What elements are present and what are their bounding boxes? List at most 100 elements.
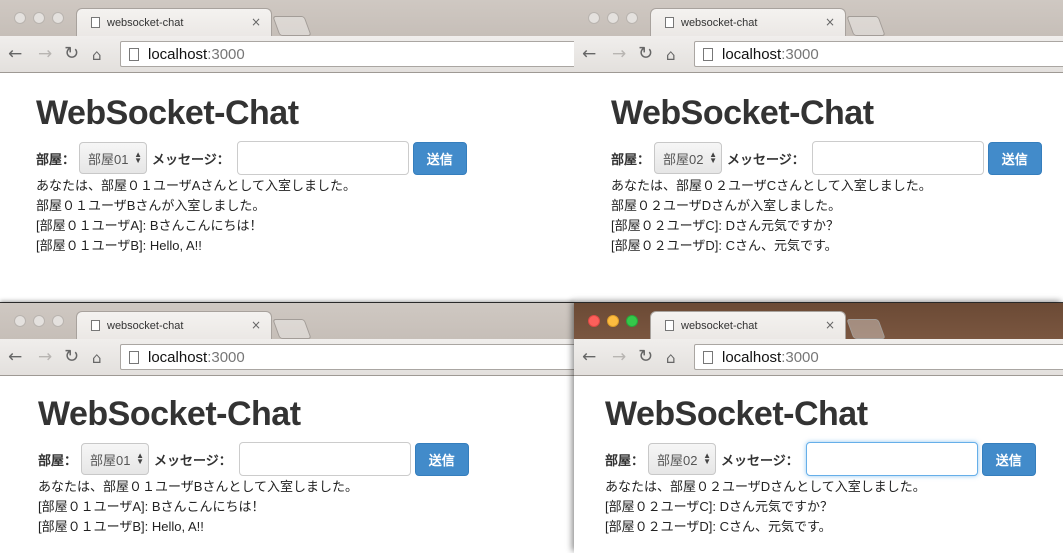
url-host: localhost [722, 348, 782, 366]
chat-form: 部屋： 部屋01 ▲ ▼ メッセージ： 送信 [38, 442, 574, 476]
log-line: あなたは、部屋０１ユーザBさんとして入室しました。 [38, 479, 359, 494]
message-input[interactable] [238, 442, 411, 476]
reload-icon[interactable]: ↻ [64, 45, 79, 63]
tab-strip: websocket-chat × [0, 0, 574, 36]
log-line: 部屋０１ユーザBさんが入室しました。 [36, 198, 266, 213]
browser-toolbar: ← → ↻ ⌂ localhost:3000 [574, 36, 1063, 72]
close-window-button[interactable] [14, 315, 26, 327]
send-button[interactable]: 送信 [414, 442, 469, 476]
url-port: :3000 [207, 45, 245, 63]
browser-chrome: websocket-chat × ← → ↻ ⌂ localhost:3000 [574, 303, 1063, 376]
new-tab-button[interactable] [272, 16, 312, 36]
page-content: WebSocket-Chat 部屋： 部屋01 ▲ ▼ メッセージ： 送信 あな… [0, 73, 574, 256]
close-window-button[interactable] [588, 12, 600, 24]
browser-toolbar: ← → ↻ ⌂ localhost:3000 [0, 339, 574, 375]
window-controls [14, 12, 64, 24]
send-button[interactable]: 送信 [412, 141, 467, 175]
minimize-window-button[interactable] [33, 315, 45, 327]
new-tab-button[interactable] [846, 319, 886, 339]
room-select[interactable]: 部屋01 ▲ ▼ [79, 142, 148, 174]
tab-websocket-chat[interactable]: websocket-chat × [76, 311, 272, 339]
log-line: [部屋０１ユーザA]: Bさんこんにちは！ [38, 499, 265, 514]
chevron-down-icon: ▼ [703, 457, 712, 466]
room-select[interactable]: 部屋01 ▲ ▼ [81, 443, 150, 475]
browser-window-room02-user-d: websocket-chat × ← → ↻ ⌂ localhost:3000 … [574, 303, 1063, 553]
screen: websocket-chat × ← → ↻ ⌂ localhost:3000 … [0, 0, 1063, 553]
message-input[interactable] [805, 442, 978, 476]
tab-strip: websocket-chat × [574, 303, 1063, 339]
tab-websocket-chat[interactable]: websocket-chat × [76, 8, 272, 36]
window-controls [14, 315, 64, 327]
chat-log: あなたは、部屋０２ユーザDさんとして入室しました。 [部屋０２ユーザC]: Dさ… [605, 477, 1063, 537]
home-icon[interactable]: ⌂ [92, 46, 102, 64]
zoom-window-button[interactable] [52, 315, 64, 327]
forward-arrow-icon[interactable]: → [38, 348, 52, 366]
forward-arrow-icon[interactable]: → [612, 45, 626, 63]
send-button[interactable]: 送信 [981, 442, 1036, 476]
window-controls [588, 12, 638, 24]
select-arrows-icon: ▲ ▼ [136, 452, 144, 466]
minimize-window-button[interactable] [33, 12, 45, 24]
room-label: 部屋： [611, 151, 651, 167]
new-tab-button[interactable] [846, 16, 886, 36]
page-content: WebSocket-Chat 部屋： 部屋02 ▲ ▼ メッセージ： 送信 あな… [574, 73, 1063, 256]
tab-close-icon[interactable]: × [251, 15, 261, 29]
message-label: メッセージ： [721, 452, 799, 468]
close-window-button[interactable] [588, 315, 600, 327]
message-input[interactable] [236, 141, 409, 175]
address-bar[interactable]: localhost:3000 [120, 41, 574, 67]
tab-websocket-chat[interactable]: websocket-chat × [650, 311, 846, 339]
tab-close-icon[interactable]: × [251, 318, 261, 332]
zoom-window-button[interactable] [626, 315, 638, 327]
page-icon [665, 320, 674, 331]
page-icon [91, 320, 100, 331]
back-arrow-icon[interactable]: ← [8, 348, 22, 366]
page-title: WebSocket-Chat [605, 395, 868, 433]
back-arrow-icon[interactable]: ← [582, 348, 596, 366]
reload-icon[interactable]: ↻ [64, 348, 79, 366]
message-input[interactable] [811, 141, 984, 175]
log-line: [部屋０１ユーザA]: Bさんこんにちは！ [36, 218, 263, 233]
back-arrow-icon[interactable]: ← [8, 45, 22, 63]
tab-title: websocket-chat [681, 16, 758, 29]
home-icon[interactable]: ⌂ [666, 46, 676, 64]
address-bar[interactable]: localhost:3000 [694, 41, 1063, 67]
forward-arrow-icon[interactable]: → [612, 348, 626, 366]
log-line: あなたは、部屋０２ユーザDさんとして入室しました。 [605, 479, 926, 494]
tab-websocket-chat[interactable]: websocket-chat × [650, 8, 846, 36]
reload-icon[interactable]: ↻ [638, 45, 653, 63]
home-icon[interactable]: ⌂ [92, 349, 102, 367]
tab-close-icon[interactable]: × [825, 318, 835, 332]
select-arrows-icon: ▲ ▼ [709, 151, 717, 165]
close-window-button[interactable] [14, 12, 26, 24]
room-select[interactable]: 部屋02 ▲ ▼ [648, 443, 717, 475]
log-line: [部屋０２ユーザD]: Cさん、元気です。 [605, 519, 832, 534]
url-host: localhost [148, 45, 208, 63]
room-label: 部屋： [605, 452, 645, 468]
tab-title: websocket-chat [107, 319, 184, 332]
select-arrows-icon: ▲ ▼ [134, 151, 143, 165]
minimize-window-button[interactable] [607, 315, 619, 327]
zoom-window-button[interactable] [626, 12, 638, 24]
minimize-window-button[interactable] [607, 12, 619, 24]
browser-window-room01-user-b: websocket-chat × ← → ↻ ⌂ localhost:3000 … [0, 303, 574, 553]
room-select[interactable]: 部屋02 ▲ ▼ [654, 142, 723, 174]
home-icon[interactable]: ⌂ [666, 349, 676, 367]
zoom-window-button[interactable] [52, 12, 64, 24]
browser-chrome: websocket-chat × ← → ↻ ⌂ localhost:3000 [0, 0, 574, 73]
forward-arrow-icon[interactable]: → [38, 45, 52, 63]
new-tab-button[interactable] [272, 319, 312, 339]
chat-log: あなたは、部屋０２ユーザCさんとして入室しました。 部屋０２ユーザDさんが入室し… [611, 176, 1063, 256]
send-button[interactable]: 送信 [987, 141, 1042, 175]
tab-close-icon[interactable]: × [825, 15, 835, 29]
back-arrow-icon[interactable]: ← [582, 45, 596, 63]
page-content: WebSocket-Chat 部屋： 部屋02 ▲ ▼ メッセージ： 送信 あな… [574, 376, 1063, 537]
reload-icon[interactable]: ↻ [638, 348, 653, 366]
room-select-value: 部屋02 [657, 452, 698, 468]
chevron-down-icon: ▼ [134, 156, 143, 165]
address-bar[interactable]: localhost:3000 [120, 344, 574, 370]
browser-window-room01-user-a: websocket-chat × ← → ↻ ⌂ localhost:3000 … [0, 0, 574, 302]
page-title: WebSocket-Chat [36, 94, 299, 132]
address-bar[interactable]: localhost:3000 [694, 344, 1063, 370]
url-port: :3000 [781, 348, 819, 366]
